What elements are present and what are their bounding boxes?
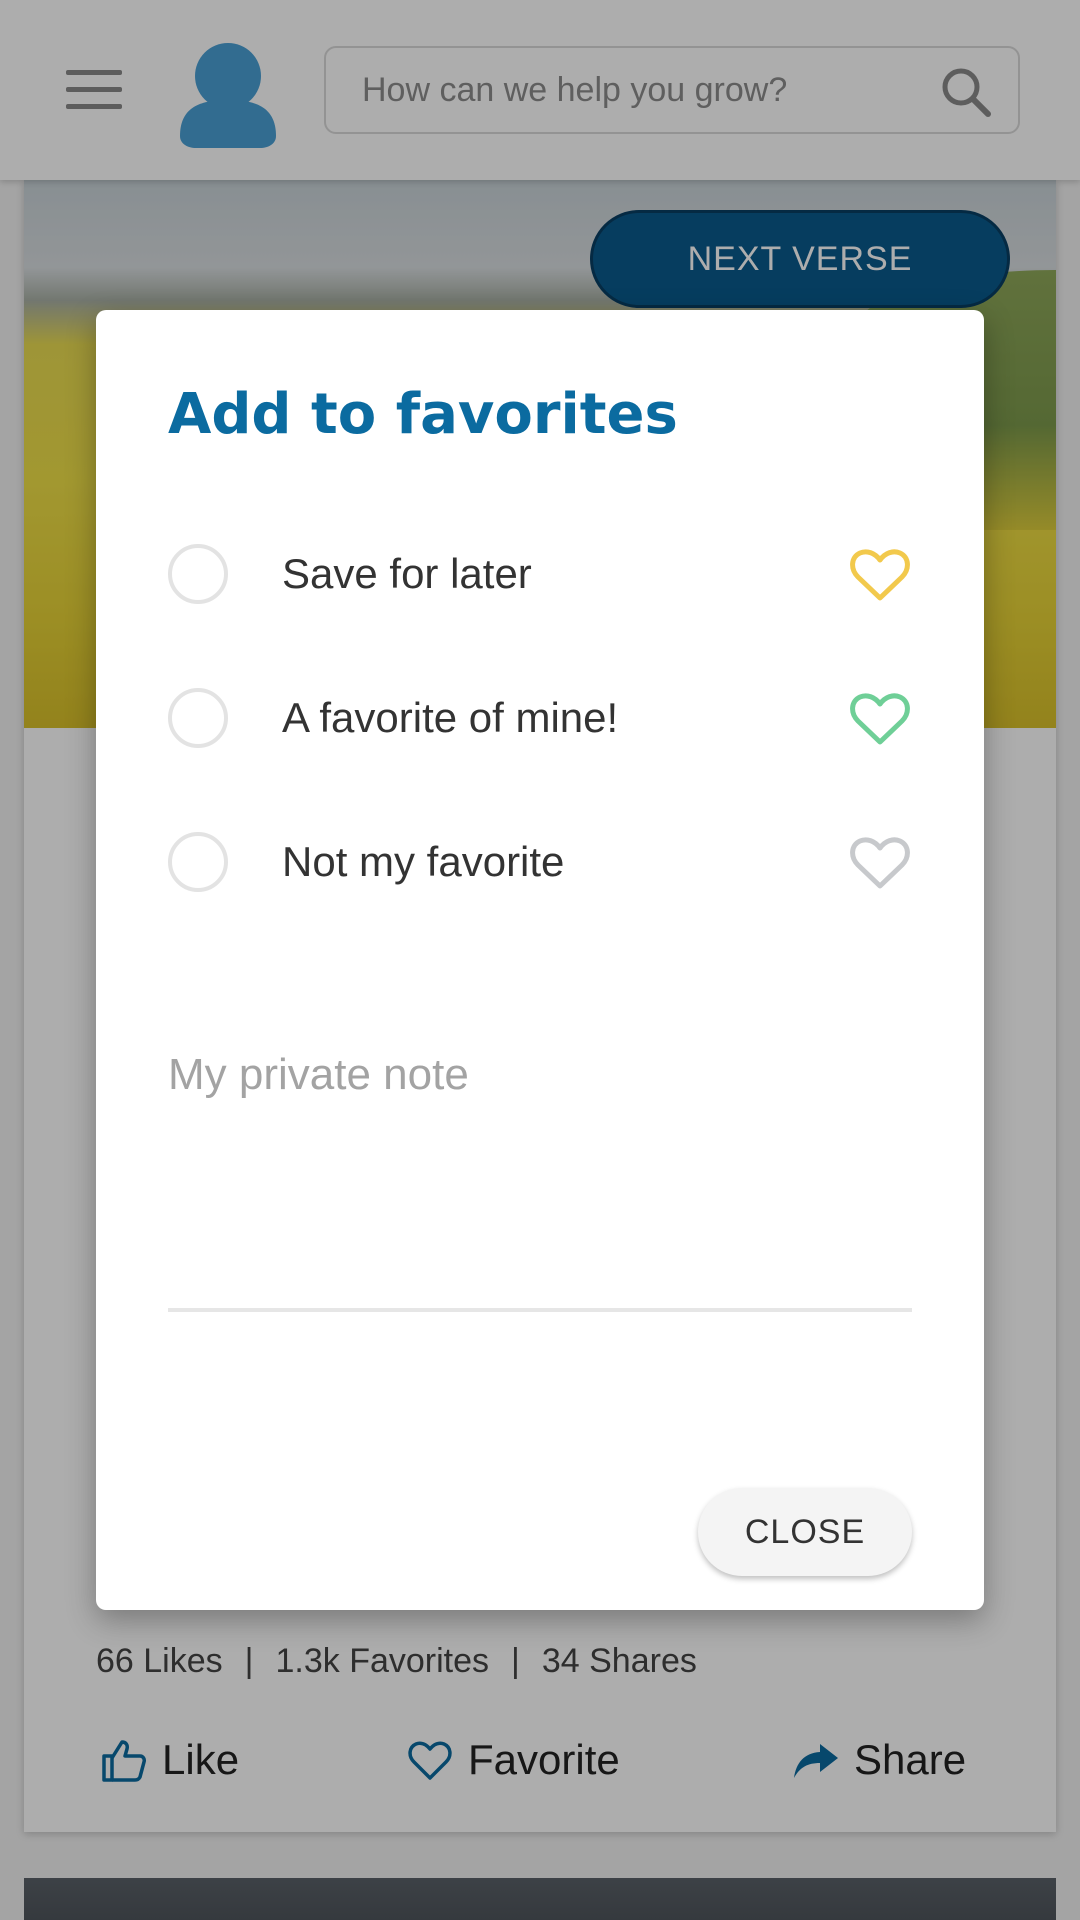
option-label: Not my favorite (282, 838, 565, 885)
option-save-for-later[interactable]: Save for later (168, 542, 912, 606)
option-a-favorite-of-mine[interactable]: A favorite of mine! (168, 686, 912, 750)
radio-button[interactable] (168, 688, 228, 748)
private-note-field[interactable] (168, 1050, 912, 1312)
option-label: Save for later (282, 550, 532, 597)
heart-outline-icon (850, 837, 910, 889)
heart-outline-icon (850, 549, 910, 601)
close-button[interactable]: CLOSE (698, 1488, 912, 1576)
radio-button[interactable] (168, 832, 228, 892)
dialog-title: Add to favorites (168, 382, 678, 447)
option-label: A favorite of mine! (282, 694, 619, 741)
option-not-my-favorite[interactable]: Not my favorite (168, 830, 912, 894)
radio-button[interactable] (168, 544, 228, 604)
heart-outline-icon (850, 693, 910, 745)
add-to-favorites-dialog: Add to favorites Save for later A favori… (96, 310, 984, 1610)
page: NEXT VERSE 66 Likes | 1.3k Favorites | 3… (0, 0, 1080, 1920)
